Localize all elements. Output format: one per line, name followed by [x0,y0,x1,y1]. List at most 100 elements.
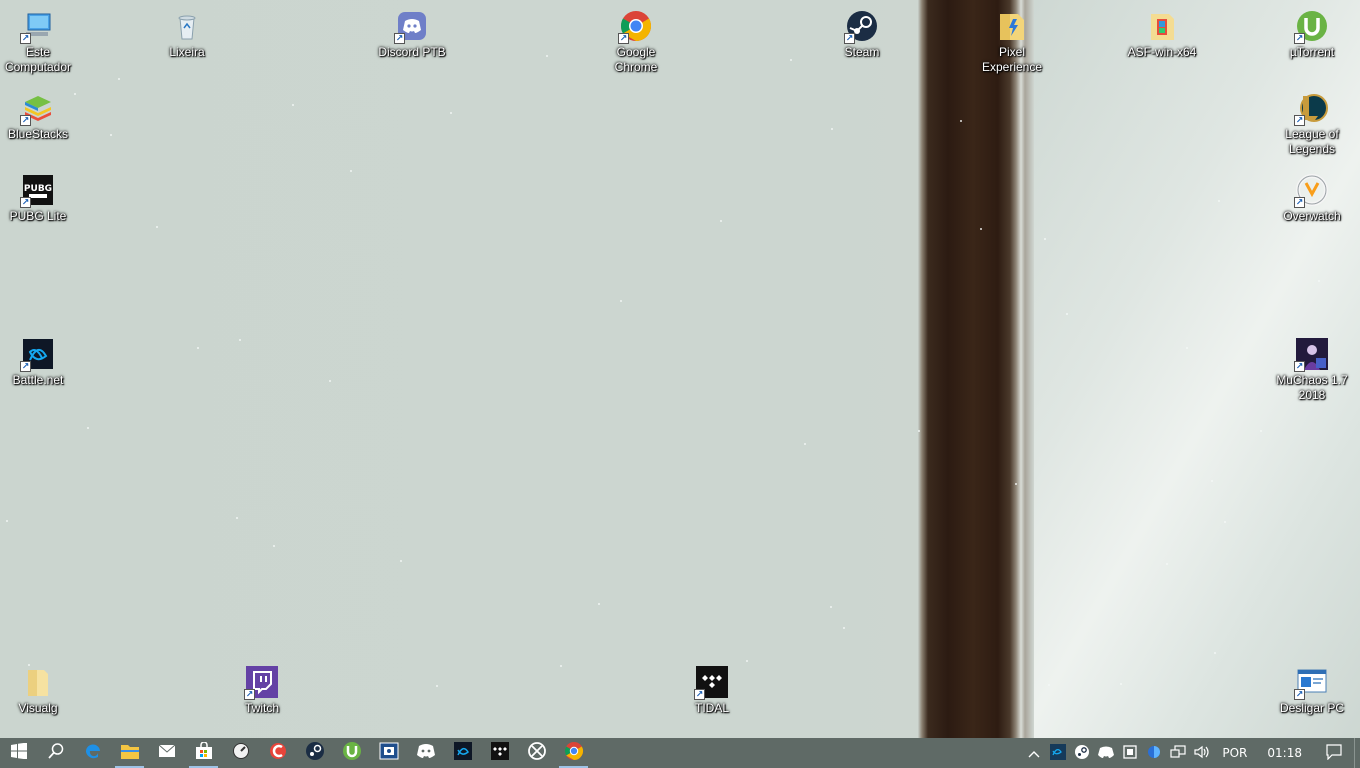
desktop-icon-twitch[interactable]: ↗ Twitch [224,658,300,738]
taskbar-search-button[interactable] [37,738,74,768]
desktop-icon-bluestacks[interactable]: ↗ BlueStacks [0,84,76,164]
desktop-icon-league-of-legends[interactable]: ↗ League of Legends [1274,84,1350,164]
snow-speck [918,430,920,432]
computer-icon: ↗ [20,10,54,44]
snow-speck [87,427,89,429]
chrome-icon: ↗ [618,10,652,44]
desktop-icon-overwatch[interactable]: ↗ Overwatch [1274,166,1350,246]
desktop-icon-muchaos[interactable]: ↗ MuChaos 1.7 2018 [1274,330,1350,410]
desktop[interactable]: ↗ Este Computador Lixeira ↗ Discord PTB … [0,0,1360,738]
taskbar-tidal[interactable] [481,738,518,768]
svg-text:PUBG: PUBG [24,184,52,194]
tray-battlenet[interactable] [1046,738,1070,768]
snow-speck [450,112,452,114]
chrome-icon [564,741,584,766]
tray-discord[interactable] [1094,738,1118,768]
steam-icon: ↗ [844,10,878,44]
taskbar-utorrent[interactable] [333,738,370,768]
icon-label: Google Chrome [614,45,658,74]
taskbar-circle-app[interactable] [222,738,259,768]
icon-label: TIDAL [694,701,729,715]
circle-app-icon [232,742,250,765]
taskbar-box-app[interactable] [370,738,407,768]
taskbar-discord[interactable] [407,738,444,768]
snow-speck [1218,200,1220,202]
desktop-icon-este-computador[interactable]: ↗ Este Computador [0,2,76,82]
taskbar-battlenet[interactable] [444,738,481,768]
snow-speck [110,134,112,136]
desktop-icon-battle-net[interactable]: ↗ Battle.net [0,330,76,410]
system-tray: POR 01:18 [1022,738,1360,768]
snow-speck [1214,652,1216,654]
snow-speck [236,517,238,519]
desktop-icon-discord-ptb[interactable]: ↗ Discord PTB [374,2,450,82]
tray-network[interactable] [1166,738,1190,768]
desktop-icon-steam[interactable]: ↗ Steam [824,2,900,82]
box-app-icon [379,742,399,765]
tidal-icon: ↗ [694,666,728,700]
desktop-icon-utorrent[interactable]: ↗ µTorrent [1274,2,1350,82]
file-explorer-icon [120,742,140,765]
snow-speck [436,685,438,687]
taskbar-store[interactable] [185,738,222,768]
tray-volume[interactable] [1190,738,1214,768]
xbox-icon [527,741,546,765]
taskbar-chrome[interactable] [555,738,592,768]
icon-label: ASF-win-x64 [1127,45,1197,59]
speaker-icon [1194,745,1210,762]
icon-label: Battle.net [12,373,64,387]
desktop-icon-tidal[interactable]: ↗ TIDAL [674,658,750,738]
snow-speck [804,443,806,445]
tray-steam[interactable] [1070,738,1094,768]
snow-speck [1048,684,1050,686]
taskbar-xbox[interactable] [518,738,555,768]
tray-box-app[interactable] [1118,738,1142,768]
desktop-icon-asf-win-x64[interactable]: ASF-win-x64 [1124,2,1200,82]
tidal-icon [490,741,510,766]
store-icon [195,740,213,765]
desktop-icon-google-chrome[interactable]: ↗ Google Chrome [598,2,674,82]
taskbar-mail[interactable] [148,738,185,768]
shutdown-shortcut-icon: ↗ [1294,666,1328,700]
battlenet-icon [453,741,473,766]
taskbar-ccleaner[interactable] [259,738,296,768]
desktop-icon-visualg[interactable]: Visualg [0,658,76,738]
desktop-icon-desligar-pc[interactable]: ↗ Desligar PC [1274,658,1350,738]
icon-label: MuChaos 1.7 2018 [1276,373,1348,402]
icon-label: Este Computador [4,45,72,74]
edge-icon [83,741,103,766]
snow-speck [1166,563,1168,565]
windows-start-icon [10,742,27,764]
tray-app-orb[interactable] [1142,738,1166,768]
box-app-icon [1123,744,1138,762]
steam-icon [305,741,325,766]
input-language[interactable]: POR [1214,746,1255,760]
snow-speck [329,380,331,382]
taskbar-file-explorer[interactable] [111,738,148,768]
snow-speck [1260,430,1262,432]
action-center-button[interactable] [1314,738,1354,768]
start-button[interactable] [0,738,37,768]
snow-speck [831,128,833,130]
snow-speck [830,606,832,608]
snow-speck [546,55,548,57]
icon-label: Overwatch [1283,209,1341,223]
desktop-icon-pixel-experience[interactable]: Pixel Experience [974,2,1050,82]
snow-speck [1224,521,1226,523]
clock[interactable]: 01:18 [1255,746,1314,760]
icon-label: Discord PTB [378,45,446,59]
snow-speck [1120,683,1122,685]
snow-speck [1211,480,1213,482]
taskbar-steam[interactable] [296,738,333,768]
taskbar-edge[interactable] [74,738,111,768]
search-icon [47,742,65,765]
network-icon [1170,744,1186,762]
show-hidden-icons-button[interactable] [1022,738,1046,768]
icon-label: Twitch [244,701,279,715]
snow-speck [980,228,982,230]
desktop-icon-lixeira[interactable]: Lixeira [149,2,225,82]
show-desktop-button[interactable] [1354,738,1360,768]
snow-speck [6,520,8,522]
utorrent-icon: ↗ [1294,10,1328,44]
desktop-icon-pubg-lite[interactable]: PUBG ↗ PUBG Lite [0,166,76,246]
